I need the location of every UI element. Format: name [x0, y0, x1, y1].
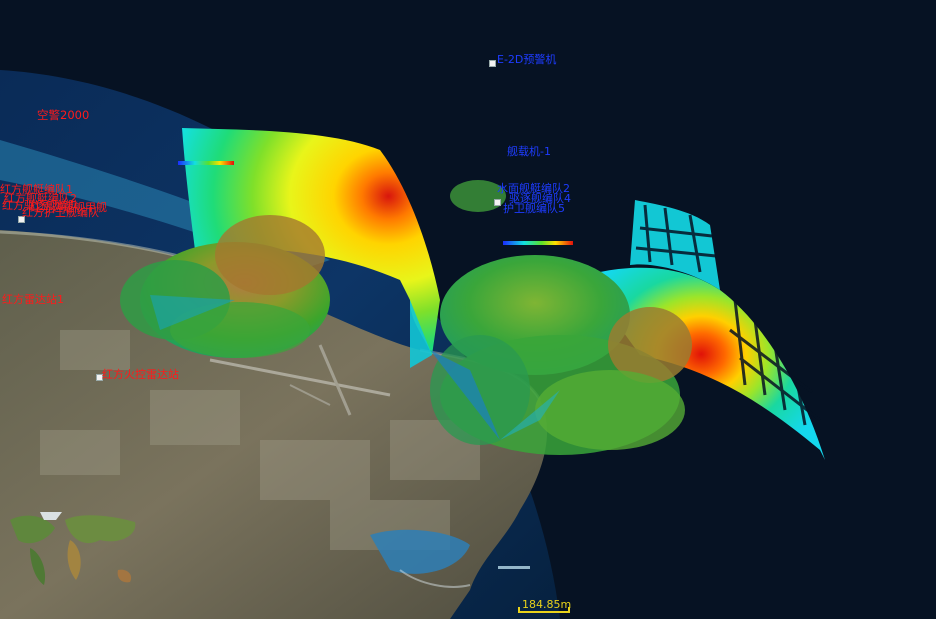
- ship-group-marker[interactable]: [494, 199, 501, 206]
- scale-tick-left: [518, 607, 520, 613]
- e2d-marker[interactable]: [489, 60, 496, 67]
- label-awacs[interactable]: 空警2000: [37, 109, 89, 121]
- label-radar-1[interactable]: 红方雷达站1: [2, 294, 64, 306]
- color-legend-left: [178, 161, 234, 165]
- vessel-wake: [498, 566, 530, 569]
- scale-tick-right: [568, 607, 570, 613]
- label-ship-group-3[interactable]: 护卫舰编队5: [503, 203, 565, 215]
- color-legend-center: [503, 241, 573, 245]
- map-scale-bar: 184.85m: [514, 598, 574, 616]
- scene-canvas[interactable]: [0, 0, 936, 619]
- label-red-cluster-5[interactable]: 红方巡逻舰甲舰: [30, 202, 107, 214]
- scale-text: 184.85m: [522, 598, 572, 611]
- scale-line: [518, 611, 570, 613]
- label-e2d[interactable]: E-2D预警机: [497, 54, 556, 66]
- label-radar-2[interactable]: 红方火控雷达站: [102, 369, 179, 381]
- 3d-globe-viewport[interactable]: 空警2000 E-2D预警机 舰载机-1 水面舰艇编队2 驱逐舰编队4 护卫舰编…: [0, 0, 936, 619]
- label-carrier-aircraft[interactable]: 舰载机-1: [507, 146, 551, 158]
